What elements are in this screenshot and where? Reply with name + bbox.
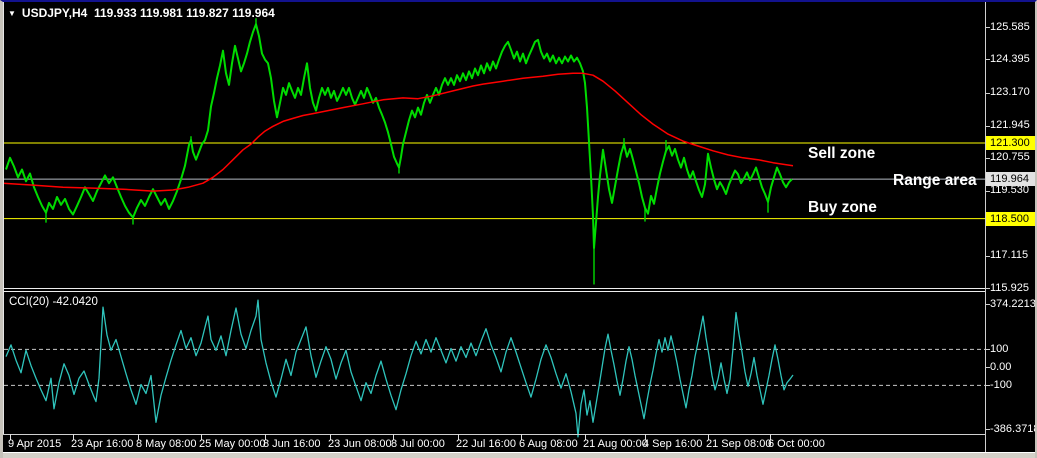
cci-series — [5, 299, 794, 438]
time-tick-label: 23 Jun 08:00 — [328, 438, 392, 450]
time-tick-label: 21 Sep 08:00 — [706, 438, 772, 450]
price-tick-label: 124.395 — [990, 52, 1030, 65]
time-tick-label: 22 Jul 16:00 — [456, 438, 516, 450]
cci-tick-label: 0.00 — [990, 360, 1012, 373]
price-tick-label: 119.530 — [990, 184, 1029, 197]
moving-average-line — [3, 72, 794, 192]
price-tick-label: 115.925 — [990, 281, 1029, 294]
chart-left-edge — [3, 2, 4, 434]
mt4-chart-window: ▼ USDJPY,H4 119.933 119.981 119.827 119.9… — [0, 0, 1037, 458]
time-tick-label: 4 Sep 16:00 — [643, 438, 703, 450]
price-series — [5, 23, 793, 249]
price-tick-label: 117.115 — [990, 249, 1029, 262]
chart-title: ▼ USDJPY,H4 119.933 119.981 119.827 119.9… — [8, 6, 275, 20]
time-tick-label: 6 Oct 00:00 — [768, 438, 825, 450]
panel-separator[interactable] — [3, 288, 986, 289]
time-tick-label: 23 Apr 16:00 — [71, 438, 134, 450]
window-bottom-frame — [3, 452, 1035, 458]
indicator-label: CCI(20) -42.0420 — [9, 296, 98, 308]
chart-canvas[interactable] — [3, 2, 1037, 458]
range-area-annotation[interactable]: Range area — [893, 172, 977, 190]
symbol-timeframe-label: USDJPY,H4 — [21, 6, 88, 20]
panel-separator[interactable] — [3, 291, 986, 292]
price-tick-label: 125.585 — [990, 20, 1030, 33]
time-tick-label: 21 Aug 00:00 — [583, 438, 648, 450]
cci-tick-label: -100 — [990, 378, 1013, 391]
time-tick-label: 8 Jun 16:00 — [263, 438, 321, 450]
cci-tick-label: -386.3718 — [990, 422, 1037, 435]
price-badge: 118.500 — [986, 211, 1035, 226]
price-badge: 119.964 — [986, 172, 1035, 187]
price-tick-label: 123.170 — [990, 86, 1030, 98]
time-tick-label: 6 Aug 08:00 — [519, 438, 578, 450]
buy-zone-annotation[interactable]: Buy zone — [808, 199, 877, 217]
price-tick-label: 121.945 — [990, 119, 1030, 132]
price-badge: 121.300 — [986, 136, 1035, 150]
cci-tick-label: 374.2213 — [990, 297, 1036, 310]
dropdown-icon[interactable]: ▼ — [8, 9, 16, 18]
price-tick-label: 120.755 — [990, 151, 1030, 164]
time-tick-label: 8 May 08:00 — [136, 438, 197, 450]
time-axis-border — [3, 434, 986, 435]
sell-zone-annotation[interactable]: Sell zone — [808, 145, 875, 163]
time-tick-label: 8 Jul 00:00 — [391, 438, 445, 450]
time-tick-label: 25 May 00:00 — [199, 438, 266, 450]
ohlc-values: 119.933 119.981 119.827 119.964 — [93, 6, 275, 20]
time-tick-label: 9 Apr 2015 — [8, 438, 62, 450]
cci-tick-label: 100 — [990, 342, 1009, 355]
